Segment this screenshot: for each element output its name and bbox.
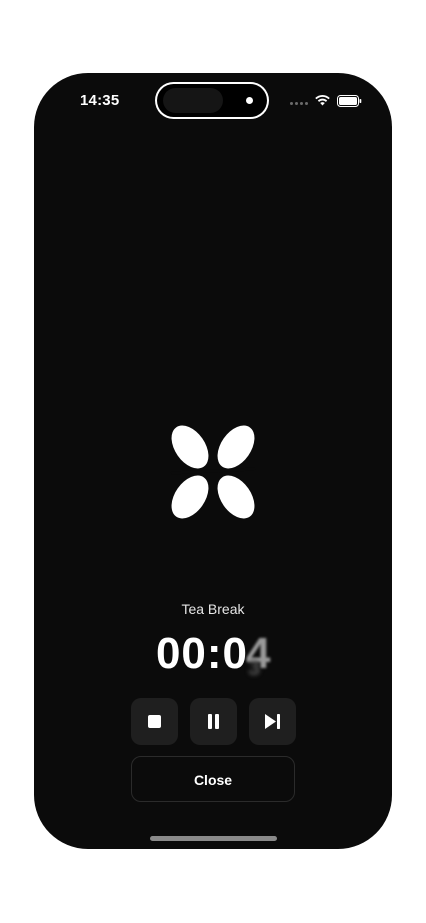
- timer-digits: 00:0: [155, 629, 249, 678]
- pause-button[interactable]: [190, 698, 237, 745]
- phone-screen: 14:35 Tea Break 00:0 4 3 Close: [34, 73, 392, 849]
- cellular-icon: [290, 102, 308, 105]
- status-bar: 14:35: [34, 73, 392, 129]
- skip-button[interactable]: [249, 698, 296, 745]
- status-time: 14:35: [80, 92, 120, 109]
- timer-rolling-digit: 43: [246, 629, 270, 685]
- battery-icon: [337, 95, 362, 107]
- camera-icon: [246, 97, 253, 104]
- wifi-icon: [315, 95, 330, 106]
- dynamic-island: [157, 84, 267, 117]
- close-button[interactable]: Close: [131, 756, 295, 802]
- island-sensor: [163, 88, 223, 113]
- home-indicator[interactable]: [150, 836, 277, 841]
- stop-icon: [148, 715, 161, 728]
- timer-controls: [131, 698, 296, 745]
- skip-forward-icon: [265, 714, 280, 729]
- four-petal-flower-icon: [170, 425, 256, 519]
- timer-name: Tea Break: [181, 601, 245, 617]
- pause-icon: [208, 714, 219, 729]
- stop-button[interactable]: [131, 698, 178, 745]
- rolling-digit-next: 3: [248, 655, 262, 680]
- timer-countdown: 00:0 4 3: [34, 629, 392, 685]
